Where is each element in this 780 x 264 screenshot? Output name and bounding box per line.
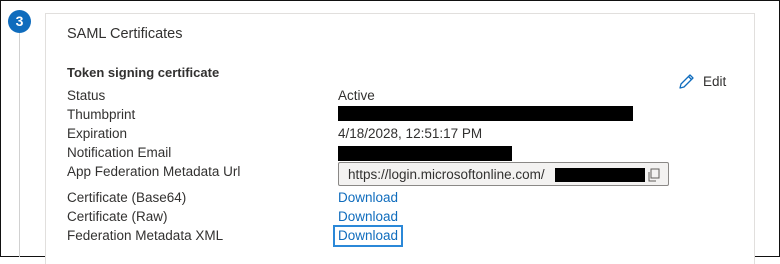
notification-email-redacted-value [338, 146, 512, 161]
cert-raw-label: Certificate (Raw) [67, 209, 168, 224]
app-federation-url-text: https://login.microsoftonline.com/ [348, 167, 545, 182]
edit-label: Edit [703, 74, 727, 89]
cert-base64-download-link[interactable]: Download [338, 190, 398, 205]
expiration-label: Expiration [67, 126, 128, 141]
cert-base64-label: Certificate (Base64) [67, 190, 187, 205]
notification-email-label: Notification Email [67, 145, 172, 160]
step-connector-line [19, 33, 20, 257]
federation-xml-download-link[interactable]: Download [333, 225, 404, 247]
token-signing-heading: Token signing certificate [67, 65, 220, 80]
saml-certificates-card: SAML Certificates Edit Token signing cer… [45, 13, 755, 264]
cert-raw-download-link[interactable]: Download [338, 209, 398, 224]
federation-xml-label: Federation Metadata XML [67, 228, 224, 243]
app-federation-url-field[interactable]: https://login.microsoftonline.com/ [338, 162, 669, 186]
card-title: SAML Certificates [67, 26, 183, 42]
app-federation-url-label: App Federation Metadata Url [67, 164, 241, 179]
step-number-badge: 3 [8, 10, 31, 33]
thumbprint-label: Thumbprint [67, 107, 136, 122]
copy-icon[interactable] [647, 168, 661, 182]
expiration-value: 4/18/2028, 12:51:17 PM [338, 126, 483, 141]
status-label: Status [67, 88, 106, 103]
edit-button[interactable]: Edit [678, 73, 726, 90]
pencil-icon [678, 73, 695, 90]
thumbprint-redacted-value [338, 106, 633, 121]
status-value: Active [338, 88, 375, 103]
app-federation-url-redacted-part [555, 168, 645, 182]
